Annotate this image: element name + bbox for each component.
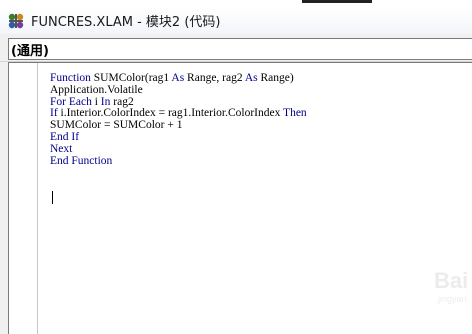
code-keyword: Then: [283, 107, 307, 120]
code-keyword: End Function: [50, 154, 113, 167]
code-keyword: Function: [50, 72, 91, 84]
vba-module-icon: [7, 12, 25, 30]
code-keyword: End If: [50, 130, 80, 143]
code-line[interactable]: End Function: [50, 154, 472, 168]
vbe-code-window: FUNCRES.XLAM - 模块2 (代码) (通用) Function SU…: [0, 0, 472, 334]
text-cursor: [52, 191, 53, 204]
watermark-logo: Bai jingyan: [432, 268, 472, 308]
code-keyword: Next: [50, 142, 73, 155]
watermark-main: Bai: [434, 268, 469, 293]
object-combo-value: (通用): [11, 43, 49, 59]
editor-margin-bar[interactable]: [9, 63, 38, 334]
code-line[interactable]: End If: [50, 130, 472, 144]
code-token: SUMColor = SUMColor + 1: [50, 119, 183, 132]
code-token: Range, rag2: [184, 72, 245, 84]
watermark-sub: jingyan: [438, 294, 467, 304]
combo-row: (通用): [0, 34, 472, 62]
code-token: SUMColor(rag1: [90, 72, 172, 84]
code-token: rag2: [110, 95, 134, 108]
code-line[interactable]: SUMColor = SUMColor + 1: [50, 119, 472, 132]
code-token: i: [91, 95, 101, 108]
code-keyword: For Each: [50, 95, 92, 108]
code-keyword: If: [50, 107, 58, 120]
code-editor[interactable]: Function SUMColor(rag1 As Range, rag2 As…: [8, 62, 472, 334]
code-keyword: As: [244, 72, 258, 84]
code-text[interactable]: Function SUMColor(rag1 As Range, rag2 As…: [50, 72, 472, 168]
code-token: i.Interior.ColorIndex = rag1.Interior.Co…: [57, 107, 284, 120]
top-edge: [0, 0, 472, 7]
code-token: Range): [257, 72, 294, 84]
object-combo-box[interactable]: (通用): [8, 38, 472, 60]
window-title: FUNCRES.XLAM - 模块2 (代码): [31, 15, 221, 30]
top-edge-fragment: [302, 0, 372, 3]
title-bar[interactable]: FUNCRES.XLAM - 模块2 (代码): [0, 7, 472, 34]
code-line[interactable]: Next: [50, 142, 472, 156]
code-token: Application.Volatile: [50, 83, 143, 96]
code-keyword: As: [171, 72, 185, 84]
code-keyword: In: [100, 95, 111, 108]
